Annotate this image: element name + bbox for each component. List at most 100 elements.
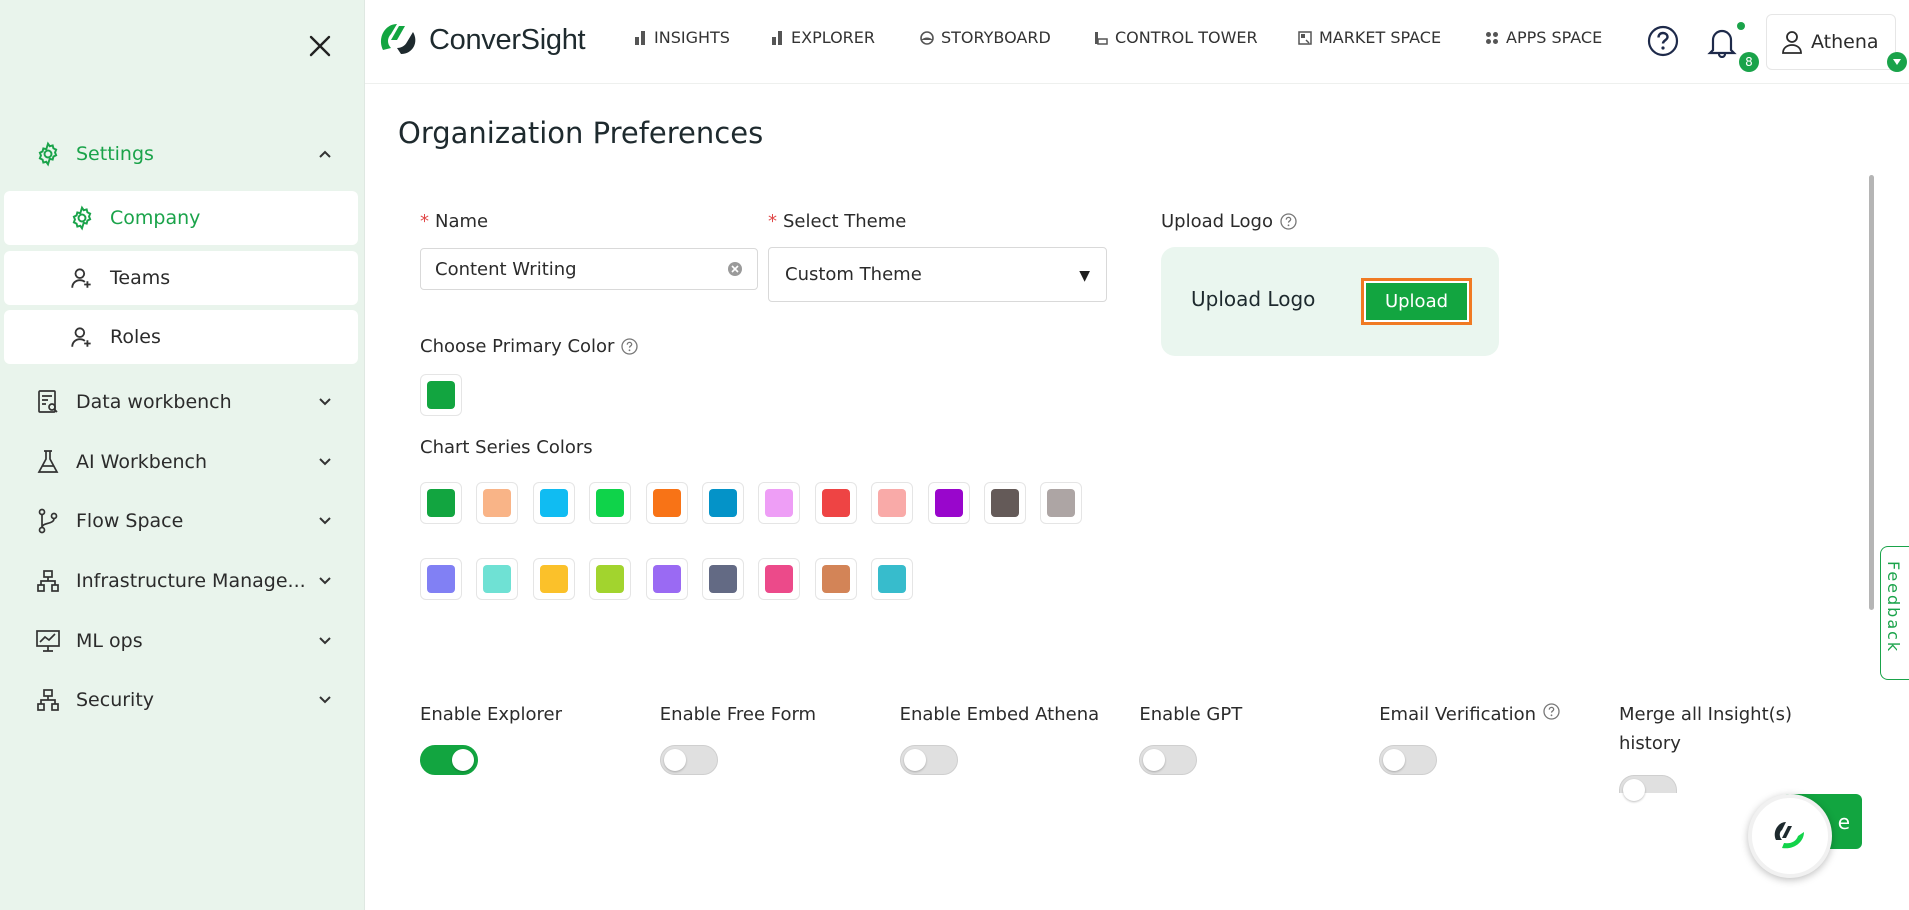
tower-icon <box>1094 31 1108 45</box>
user-menu-button[interactable]: Athena <box>1766 14 1896 70</box>
series-color-fill <box>765 565 794 593</box>
series-color-swatch[interactable] <box>814 482 857 524</box>
series-color-swatch[interactable] <box>702 482 744 524</box>
nav-storyboard[interactable]: STORYBOARD <box>920 28 1051 47</box>
scrollbar-thumb[interactable] <box>1869 175 1874 610</box>
sidebar-item-settings[interactable]: Settings <box>0 128 365 180</box>
brand-name: ConverSight <box>429 23 586 56</box>
help-icon[interactable] <box>621 338 639 355</box>
feedback-tab[interactable]: Feedback <box>1880 546 1909 680</box>
upload-button[interactable]: Upload <box>1361 278 1472 325</box>
series-color-swatch[interactable] <box>476 558 519 600</box>
chevron-down-icon <box>315 631 335 651</box>
series-color-swatch[interactable] <box>476 482 519 524</box>
close-icon <box>309 35 331 57</box>
help-button[interactable] <box>1647 25 1679 57</box>
toggle-switch[interactable] <box>1619 775 1677 801</box>
toggle-switch[interactable] <box>899 745 958 775</box>
series-color-swatch[interactable] <box>984 482 1026 524</box>
toggle-switch[interactable] <box>1139 745 1198 775</box>
series-color-swatch[interactable] <box>871 558 914 600</box>
toggle-knob <box>452 749 474 771</box>
sidebar-item-security[interactable]: Security <box>0 674 365 726</box>
sidebar-item-ai-workbench[interactable]: AI Workbench <box>0 436 365 488</box>
series-color-swatch[interactable] <box>758 558 801 600</box>
series-color-fill <box>878 489 907 517</box>
nav-control-tower[interactable]: CONTROL TOWER <box>1094 28 1258 47</box>
toggle-label: Enable Explorer <box>420 700 645 729</box>
upload-logo-label: Upload Logo <box>1161 211 1297 232</box>
top-header: ConverSight INSIGHTS EXPLORER STORYBOARD… <box>365 0 1909 84</box>
toggle-knob <box>663 749 686 771</box>
brand-logo[interactable]: ConverSight <box>377 20 586 60</box>
series-color-swatch[interactable] <box>589 558 632 600</box>
data-workbench-icon <box>34 388 62 416</box>
chevron-down-icon <box>315 452 335 472</box>
user-menu-caret[interactable] <box>1887 52 1907 72</box>
theme-select[interactable]: Custom Theme ▼ <box>768 247 1107 302</box>
toggle-label: Enable Free Form <box>660 700 885 729</box>
series-color-fill <box>821 565 850 593</box>
toggle-knob <box>1623 779 1645 801</box>
series-color-swatch[interactable] <box>927 482 970 524</box>
toggle-label-text: Enable Explorer <box>420 704 562 725</box>
nav-explorer[interactable]: EXPLORER <box>772 28 875 47</box>
nav-market-space[interactable]: MARKET SPACE <box>1298 28 1441 47</box>
sidebar-item-data-workbench[interactable]: Data workbench <box>0 376 365 428</box>
primary-color-swatch[interactable] <box>420 374 462 416</box>
sidebar-item-roles[interactable]: Roles <box>4 310 358 364</box>
name-field-label: * Name <box>420 211 488 232</box>
toggle-label: Enable GPT <box>1139 700 1364 729</box>
storyboard-icon <box>920 30 934 45</box>
nav-insights[interactable]: INSIGHTS <box>635 28 730 47</box>
primary-color-label: Choose Primary Color <box>420 336 639 357</box>
sidebar-item-flow-space[interactable]: Flow Space <box>0 495 365 547</box>
conversight-logo-icon <box>380 24 416 54</box>
toggle-label-text: Enable Free Form <box>659 704 817 725</box>
toggle-switch[interactable] <box>420 745 478 775</box>
series-color-swatch[interactable] <box>532 558 575 600</box>
series-color-fill <box>483 565 512 593</box>
series-color-swatch[interactable] <box>532 482 575 524</box>
series-color-fill <box>652 489 681 517</box>
close-sidebar-button[interactable] <box>304 30 336 62</box>
series-color-swatch[interactable] <box>1040 482 1083 524</box>
sidebar-item-company[interactable]: Company <box>4 191 358 245</box>
user-name: Athena <box>1811 31 1879 53</box>
series-color-fill <box>934 489 963 517</box>
market-icon <box>1298 30 1312 45</box>
series-color-swatch[interactable] <box>871 482 914 524</box>
help-icon[interactable] <box>1280 213 1297 230</box>
sidebar-item-infrastructure[interactable]: Infrastructure Manage... <box>0 555 365 607</box>
series-color-swatch[interactable] <box>589 482 632 524</box>
name-input[interactable]: Content Writing <box>420 248 758 290</box>
series-colors-label: Chart Series Colors <box>420 437 593 458</box>
apps-icon <box>1485 31 1499 45</box>
series-color-swatch[interactable] <box>645 482 688 524</box>
name-input-value: Content Writing <box>435 258 577 280</box>
series-color-swatch[interactable] <box>702 558 744 600</box>
series-color-swatch[interactable] <box>420 558 462 600</box>
chatbot-button[interactable] <box>1748 794 1832 878</box>
series-color-swatch[interactable] <box>420 482 462 524</box>
nav-label: MARKET SPACE <box>1319 28 1442 47</box>
help-icon[interactable] <box>1543 703 1560 720</box>
nav-label: STORYBOARD <box>941 28 1051 47</box>
series-color-swatch[interactable] <box>814 558 857 600</box>
toggle-switch[interactable] <box>659 745 718 775</box>
sidebar-item-teams[interactable]: Teams <box>4 251 358 305</box>
sidebar-item-label: Roles <box>110 326 161 348</box>
series-color-fill <box>596 489 625 517</box>
notifications-button[interactable] <box>1707 26 1737 59</box>
notification-count-badge: 8 <box>1739 52 1759 72</box>
series-color-swatch[interactable] <box>758 482 801 524</box>
nav-apps-space[interactable]: APPS SPACE <box>1485 28 1602 47</box>
series-color-fill <box>427 565 455 593</box>
clear-input-icon[interactable] <box>727 261 743 277</box>
sidebar-item-ml-ops[interactable]: ML ops <box>0 615 365 667</box>
gear-icon <box>34 140 62 168</box>
toggle-switch[interactable] <box>1379 745 1438 775</box>
chatbot-logo-icon <box>1774 822 1804 849</box>
series-color-swatch[interactable] <box>645 558 688 600</box>
toggle-knob <box>1143 749 1166 771</box>
